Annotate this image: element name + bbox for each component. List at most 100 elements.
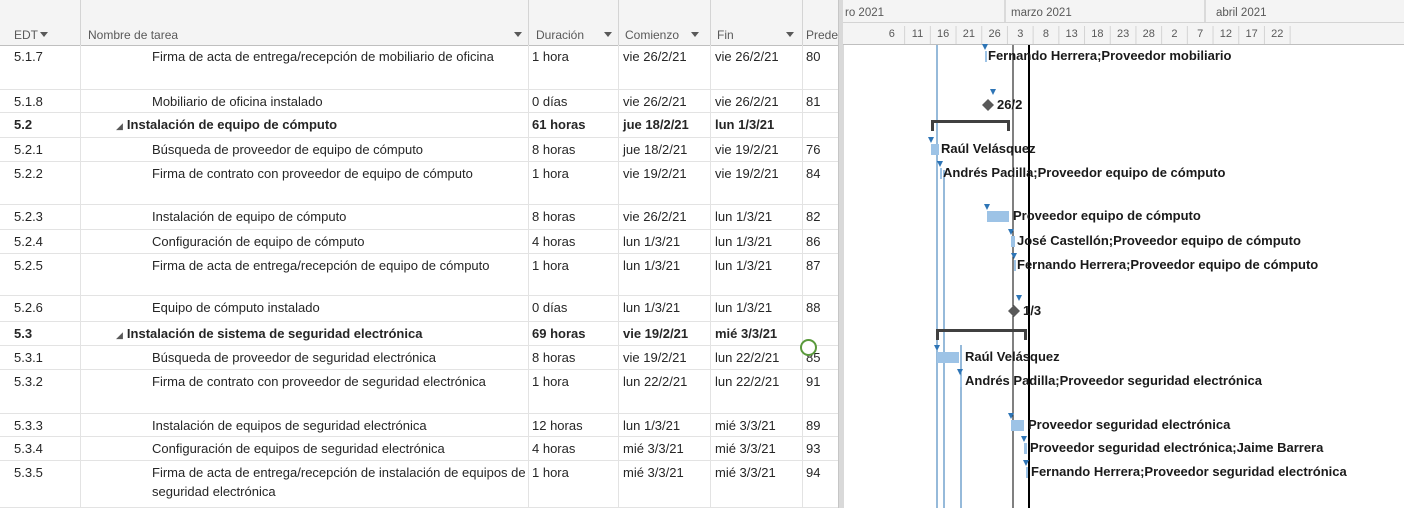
col-fin-header[interactable]: Fin [717, 27, 734, 43]
cell-edt: 5.2.4 [14, 234, 43, 249]
cell-start: vie 26/2/21 [623, 49, 687, 64]
cell-start: vie 19/2/21 [623, 166, 687, 181]
summary-bracket [1007, 120, 1010, 131]
timescale-day-label: 13 [1066, 28, 1078, 40]
cell-duration: 1 hora [532, 465, 569, 480]
cell-duration: 8 horas [532, 209, 576, 224]
table-row[interactable]: 5.3.1 Búsqueda de proveedor de seguridad … [0, 346, 840, 370]
cell-duration: 0 días [532, 94, 568, 109]
cell-end: vie 26/2/21 [715, 49, 779, 64]
link-arrow-icon [928, 137, 934, 143]
cell-end: vie 26/2/21 [715, 94, 779, 109]
link-arrow-icon [1021, 436, 1027, 442]
timescale-day-label: 21 [963, 28, 975, 40]
gantt-task-bar [960, 376, 962, 387]
cell-edt: 5.3.5 [14, 465, 43, 480]
gantt-bar-label: Andrés Padilla;Proveedor seguridad elect… [965, 373, 1263, 388]
col-pred-header[interactable]: Predecesoras [806, 27, 838, 43]
cell-end: mié 3/3/21 [715, 465, 776, 480]
cell-task-name: Configuración de equipo de cómputo [152, 234, 365, 249]
timescale-day-label: 28 [1143, 28, 1155, 40]
timescale-day-label: 3 [1017, 28, 1023, 40]
ms-project-gantt-view: EDT Nombre de tarea Duración Comienzo Fi… [0, 0, 1404, 508]
table-row[interactable]: 5.2.2 Firma de contrato con proveedor de … [0, 162, 840, 205]
table-row[interactable]: 5.3.2 Firma de contrato con proveedor de … [0, 370, 840, 414]
grid-header: EDT Nombre de tarea Duración Comienzo Fi… [0, 0, 840, 46]
cell-task-name: Firma de contrato con proveedor de segur… [152, 374, 486, 389]
cell-task-name: Instalación de equipos de seguridad elec… [152, 418, 427, 433]
gantt-bar-label: Raúl Velásquez [965, 349, 1060, 364]
col-nombre-header[interactable]: Nombre de tarea [88, 27, 178, 43]
cell-end: lun 22/2/21 [715, 374, 780, 389]
cell-edt: 5.2.2 [14, 166, 43, 181]
cell-edt: 5.2.6 [14, 300, 43, 315]
timescale-day-label: 2 [1171, 28, 1177, 40]
col-duracion-header[interactable]: Duración [536, 27, 584, 43]
cell-duration: 1 hora [532, 166, 569, 181]
table-row[interactable]: 5.2.5 Firma de acta de entrega/recepción … [0, 254, 840, 296]
link-arrow-icon [957, 369, 963, 375]
col-comienzo-dropdown-icon[interactable] [691, 32, 699, 37]
cell-end: lun 22/2/21 [715, 350, 780, 365]
table-row[interactable]: 5.1.8 Mobiliario de oficina instalado 0 dí… [0, 90, 840, 113]
table-row[interactable]: 5.2.4 Configuración de equipo de cómputo 4… [0, 230, 840, 254]
cell-predecessors: 89 [806, 418, 821, 433]
table-row[interactable]: 5.2.3 Instalación de equipo de cómputo 8 h… [0, 205, 840, 230]
cell-predecessors: 76 [806, 142, 821, 157]
collapse-triangle-icon[interactable]: ◢ [116, 121, 123, 131]
table-row[interactable]: 5.3.5 Firma de acta de entrega/recepción … [0, 461, 840, 508]
cell-edt: 5.2.1 [14, 142, 43, 157]
col-edt-dropdown-icon[interactable] [40, 32, 48, 37]
gantt-bar-label: José Castellón;Proveedor equipo de cómpu… [1017, 233, 1301, 248]
cell-task-name: Equipo de cómputo instalado [152, 300, 320, 315]
cell-edt: 5.2.5 [14, 258, 43, 273]
timescale-month-label: ro 2021 [845, 7, 884, 19]
table-row[interactable]: 5.2.6 Equipo de cómputo instalado 0 días lu… [0, 296, 840, 322]
cell-edt: 5.1.7 [14, 49, 43, 64]
col-nombre-dropdown-icon[interactable] [514, 32, 522, 37]
table-row[interactable]: 5.3 ◢ Instalación de sistema de seguridad … [0, 322, 840, 346]
cell-end: lun 1/3/21 [715, 234, 773, 249]
table-row[interactable]: 5.3.4 Configuración de equipos de segurid… [0, 437, 840, 461]
col-duracion-dropdown-icon[interactable] [604, 32, 612, 37]
cell-start: lun 1/3/21 [623, 418, 681, 433]
gantt-bar-label: 26/2 [997, 97, 1022, 112]
gantt-chart: ro 2021 marzo 2021 abril 2021 6 11 16 21 26 3 8 13… [843, 0, 1404, 508]
cell-end: mié 3/3/21 [715, 441, 776, 456]
table-row[interactable]: 5.1.7 Firma de acta de entrega/recepción … [0, 45, 840, 90]
timescale-month-label: marzo 2021 [1011, 7, 1072, 19]
cell-task-name: Mobiliario de oficina instalado [152, 94, 323, 109]
table-row[interactable]: 5.3.3 Instalación de equipos de seguridad… [0, 414, 840, 437]
gantt-bar-label: Andrés Padilla;Proveedor equipo de cómpu… [943, 165, 1225, 180]
gantt-canvas: ro 2021 marzo 2021 abril 2021 6 11 16 21 26 3 8 13… [843, 0, 1404, 508]
gantt-bar-label: Proveedor seguridad electrónica [1028, 417, 1231, 432]
cell-task-name: Configuración de equipos de seguridad el… [152, 441, 445, 456]
cell-task-name: Búsqueda de proveedor de equipo de cómpu… [152, 142, 424, 157]
task-grid: EDT Nombre de tarea Duración Comienzo Fi… [0, 0, 840, 508]
gantt-bar-label: Raúl Velásquez [941, 141, 1036, 156]
cell-predecessors: 81 [806, 94, 821, 109]
cell-duration: 8 horas [532, 142, 576, 157]
gantt-task-bar [1026, 467, 1028, 478]
timescale-day-label: 22 [1271, 28, 1283, 40]
table-row[interactable]: 5.2 ◢ Instalación de equipo de cómputo 61 h… [0, 113, 840, 138]
gantt-task-bar [1024, 443, 1027, 454]
link-arrow-icon [984, 204, 990, 210]
collapse-triangle-icon[interactable]: ◢ [116, 330, 123, 340]
cell-predecessors: 87 [806, 258, 821, 273]
col-comienzo-header[interactable]: Comienzo [625, 27, 679, 43]
cell-start: lun 22/2/21 [623, 374, 688, 389]
cell-duration: 4 horas [532, 441, 576, 456]
cell-task-name: Firma de acta de entrega/recepción de eq… [152, 258, 490, 273]
col-edt-header[interactable]: EDT [14, 27, 38, 43]
cell-edt: 5.3.2 [14, 374, 43, 389]
timescale-day-label: 26 [988, 28, 1000, 40]
cell-predecessors: 94 [806, 465, 821, 480]
timescale-day-label: 8 [1043, 28, 1049, 40]
gantt-task-bar [931, 144, 939, 155]
cell-duration: 8 horas [532, 350, 576, 365]
table-row[interactable]: 5.2.1 Búsqueda de proveedor de equipo de … [0, 138, 840, 162]
cell-task-name: Instalación de equipo de cómputo [152, 209, 347, 224]
col-fin-dropdown-icon[interactable] [786, 32, 794, 37]
cell-start: mié 3/3/21 [623, 465, 684, 480]
